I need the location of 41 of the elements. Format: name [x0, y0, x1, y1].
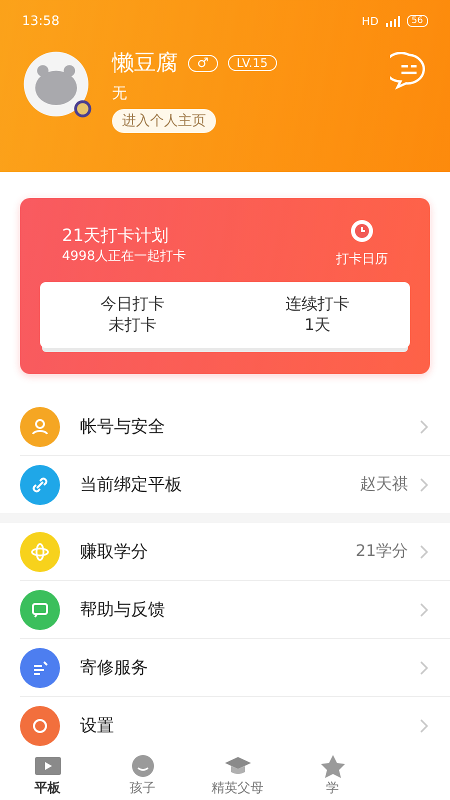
signal-icon [384, 16, 401, 26]
menu-item[interactable]: 赚取学分 21学分 [20, 523, 450, 581]
stat-value: 未打卡 [108, 315, 156, 336]
chevron-icon [420, 602, 428, 616]
chevron-icon [420, 420, 428, 434]
menu-item[interactable]: 设置 [20, 697, 450, 750]
plan-title: 21天打卡计划 [62, 225, 170, 247]
chevron-icon [420, 718, 428, 732]
user-signature: 无 [112, 84, 127, 103]
menu-label: 寄修服务 [80, 657, 149, 679]
tab[interactable]: 孩子 [95, 750, 190, 800]
menu-label: 赚取学分 [80, 541, 149, 563]
menu-label: 设置 [80, 715, 115, 737]
tab[interactable]: 平板 [0, 750, 95, 800]
menu-value: 赵天祺 [360, 474, 408, 495]
tab[interactable]: 学 [285, 750, 380, 800]
menu-label: 当前绑定平板 [80, 474, 183, 496]
battery-indicator: 56 [406, 15, 428, 27]
menu-value: 21学分 [356, 541, 408, 562]
network-label: HD [362, 14, 379, 28]
user-name: 懒豆腐 [112, 50, 178, 78]
stat-label: 连续打卡 [286, 294, 350, 315]
stat-label: 今日打卡 [100, 294, 164, 315]
plan-subtitle: 4998人正在一起打卡 [62, 248, 186, 265]
menu-item[interactable]: 当前绑定平板 赵天祺 [20, 456, 450, 513]
menu-label: 帮助与反馈 [80, 599, 166, 621]
stat-value: 1天 [304, 315, 331, 336]
menu-item[interactable]: 帮助与反馈 [20, 581, 450, 639]
chevron-icon [420, 478, 428, 492]
status-time: 13:58 [22, 14, 60, 28]
chevron-icon [420, 544, 428, 558]
menu-item[interactable]: 帐号与安全 [20, 398, 450, 456]
level-badge: LV.15 [228, 55, 277, 71]
chevron-icon [420, 660, 428, 674]
clock-icon[interactable] [349, 218, 375, 244]
message-icon[interactable] [390, 52, 428, 90]
tab[interactable]: 精英父母 [190, 750, 285, 800]
menu-item[interactable]: 寄修服务 [20, 639, 450, 697]
gender-badge: ♂ [188, 54, 218, 72]
menu-label: 帐号与安全 [80, 416, 166, 438]
profile-home-button[interactable]: 进入个人主页 [112, 109, 216, 133]
